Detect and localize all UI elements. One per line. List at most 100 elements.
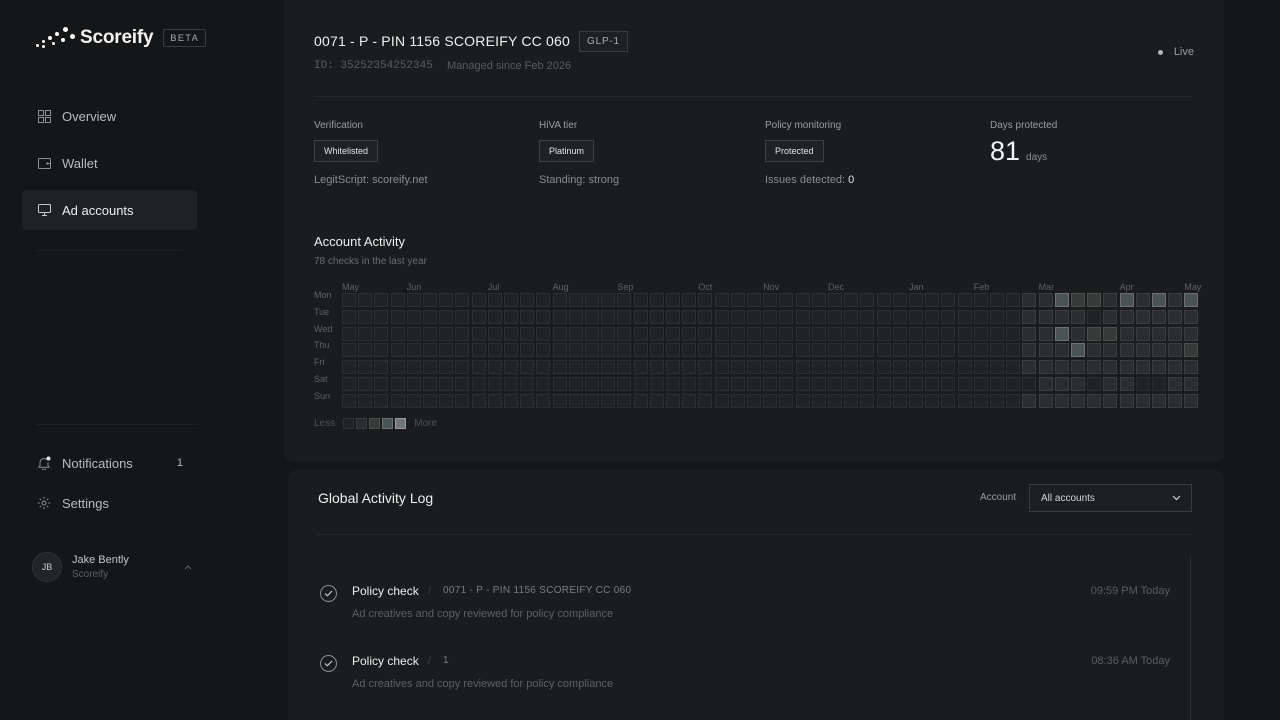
heatmap-cell[interactable]	[423, 377, 437, 391]
heatmap-cell[interactable]	[811, 293, 826, 307]
heatmap-cell[interactable]	[844, 343, 859, 358]
heatmap-cell[interactable]	[844, 377, 859, 391]
heatmap-cell[interactable]	[730, 309, 745, 324]
heatmap-cell[interactable]	[504, 377, 518, 391]
heatmap-cell[interactable]	[1119, 293, 1134, 307]
heatmap-cell[interactable]	[973, 360, 988, 375]
heatmap-cell[interactable]	[666, 377, 680, 391]
heatmap-cell[interactable]	[1054, 309, 1069, 324]
heatmap-cell[interactable]	[1006, 309, 1021, 324]
heatmap-cell[interactable]	[795, 343, 810, 358]
heatmap-cell[interactable]	[1152, 343, 1166, 358]
heatmap-cell[interactable]	[471, 343, 486, 358]
heatmap-cell[interactable]	[1184, 309, 1199, 324]
heatmap-cell[interactable]	[1054, 293, 1069, 307]
heatmap-cell[interactable]	[1071, 293, 1085, 307]
heatmap-cell[interactable]	[1119, 360, 1134, 375]
heatmap-cell[interactable]	[973, 393, 988, 408]
heatmap-cell[interactable]	[1119, 309, 1134, 324]
heatmap-cell[interactable]	[471, 360, 486, 375]
heatmap-cell[interactable]	[892, 326, 907, 341]
heatmap-cell[interactable]	[617, 393, 632, 408]
heatmap-cell[interactable]	[795, 293, 810, 307]
heatmap-cell[interactable]	[439, 293, 454, 307]
heatmap-cell[interactable]	[1087, 343, 1102, 358]
heatmap-cell[interactable]	[633, 377, 648, 391]
heatmap-cell[interactable]	[406, 360, 421, 375]
heatmap-cell[interactable]	[617, 293, 632, 307]
heatmap-cell[interactable]	[423, 393, 437, 408]
heatmap-cell[interactable]	[471, 293, 486, 307]
heatmap-cell[interactable]	[779, 343, 794, 358]
heatmap-cell[interactable]	[552, 393, 567, 408]
heatmap-cell[interactable]	[844, 393, 859, 408]
heatmap-cell[interactable]	[730, 326, 745, 341]
heatmap-cell[interactable]	[504, 326, 518, 341]
heatmap-cell[interactable]	[342, 360, 356, 375]
heatmap-cell[interactable]	[1135, 343, 1150, 358]
heatmap-cell[interactable]	[1103, 326, 1118, 341]
heatmap-cell[interactable]	[536, 393, 551, 408]
heatmap-cell[interactable]	[1184, 293, 1199, 307]
heatmap-cell[interactable]	[795, 326, 810, 341]
heatmap-cell[interactable]	[520, 393, 535, 408]
heatmap-cell[interactable]	[568, 309, 583, 324]
heatmap-cell[interactable]	[585, 326, 599, 341]
heatmap-cell[interactable]	[779, 309, 794, 324]
heatmap-cell[interactable]	[358, 293, 373, 307]
account-filter-select[interactable]: All accounts	[1029, 484, 1192, 512]
heatmap-cell[interactable]	[860, 326, 875, 341]
heatmap-cell[interactable]	[536, 309, 551, 324]
heatmap-cell[interactable]	[585, 309, 599, 324]
heatmap-cell[interactable]	[925, 343, 940, 358]
heatmap-cell[interactable]	[763, 326, 778, 341]
heatmap-cell[interactable]	[682, 393, 697, 408]
heatmap-cell[interactable]	[374, 309, 389, 324]
heatmap-cell[interactable]	[844, 309, 859, 324]
heatmap-cell[interactable]	[1038, 377, 1053, 391]
heatmap-cell[interactable]	[909, 326, 923, 341]
heatmap-cell[interactable]	[1168, 343, 1183, 358]
heatmap-cell[interactable]	[504, 343, 518, 358]
heatmap-cell[interactable]	[941, 343, 956, 358]
heatmap-cell[interactable]	[568, 393, 583, 408]
heatmap-cell[interactable]	[828, 360, 842, 375]
heatmap-cell[interactable]	[633, 393, 648, 408]
heatmap-cell[interactable]	[1006, 360, 1021, 375]
log-scroll-rail[interactable]	[1190, 556, 1191, 720]
heatmap-cell[interactable]	[585, 377, 599, 391]
heatmap-cell[interactable]	[390, 326, 405, 341]
nav-item-notifications[interactable]: Notifications 1	[22, 443, 197, 483]
heatmap-cell[interactable]	[568, 343, 583, 358]
heatmap-cell[interactable]	[1006, 293, 1021, 307]
heatmap-cell[interactable]	[374, 377, 389, 391]
heatmap-cell[interactable]	[957, 377, 972, 391]
heatmap-cell[interactable]	[617, 326, 632, 341]
heatmap-cell[interactable]	[342, 343, 356, 358]
heatmap-cell[interactable]	[925, 393, 940, 408]
heatmap-cell[interactable]	[714, 326, 729, 341]
heatmap-cell[interactable]	[487, 309, 502, 324]
heatmap-cell[interactable]	[487, 360, 502, 375]
heatmap-cell[interactable]	[795, 360, 810, 375]
heatmap-cell[interactable]	[714, 309, 729, 324]
heatmap-cell[interactable]	[1054, 343, 1069, 358]
heatmap-cell[interactable]	[828, 293, 842, 307]
heatmap-cell[interactable]	[973, 293, 988, 307]
heatmap-cell[interactable]	[1071, 343, 1085, 358]
heatmap-cell[interactable]	[1006, 326, 1021, 341]
heatmap-cell[interactable]	[779, 377, 794, 391]
heatmap-cell[interactable]	[601, 377, 616, 391]
heatmap-cell[interactable]	[439, 309, 454, 324]
heatmap-cell[interactable]	[909, 309, 923, 324]
heatmap-cell[interactable]	[892, 360, 907, 375]
heatmap-cell[interactable]	[682, 343, 697, 358]
heatmap-cell[interactable]	[423, 343, 437, 358]
heatmap-cell[interactable]	[860, 393, 875, 408]
heatmap-cell[interactable]	[730, 377, 745, 391]
heatmap-cell[interactable]	[747, 377, 761, 391]
heatmap-cell[interactable]	[973, 377, 988, 391]
heatmap-cell[interactable]	[585, 293, 599, 307]
heatmap-cell[interactable]	[1135, 326, 1150, 341]
heatmap-cell[interactable]	[973, 343, 988, 358]
